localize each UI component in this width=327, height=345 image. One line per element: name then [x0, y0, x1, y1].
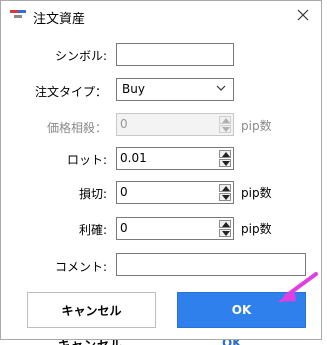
spin-up-icon[interactable]	[219, 184, 231, 192]
take-profit-unit: pip数	[241, 222, 272, 236]
stop-loss-value: 0	[120, 185, 128, 199]
cancel-button[interactable]: キャンセル	[27, 292, 156, 328]
order-type-label: 注文タイプ：	[34, 85, 107, 99]
price-offset-spinner: 0	[116, 113, 234, 136]
take-profit-spinner[interactable]: 0	[116, 217, 234, 240]
spin-down-icon[interactable]	[219, 159, 231, 167]
stop-loss-unit: pip数	[241, 186, 272, 200]
spin-down-icon[interactable]	[219, 193, 231, 201]
window-title: 注文資産	[33, 12, 86, 27]
spin-up-icon[interactable]	[219, 220, 231, 228]
comment-label: コメント:	[54, 260, 107, 274]
close-icon[interactable]	[294, 6, 312, 24]
lot-value: 0.01	[120, 151, 147, 165]
spin-down-icon	[219, 125, 231, 133]
app-icon	[10, 9, 26, 21]
spin-down-icon[interactable]	[219, 229, 231, 237]
price-offset-unit: pip数	[241, 119, 272, 133]
order-type-select[interactable]: Buy	[116, 78, 234, 101]
take-profit-value: 0	[120, 221, 128, 235]
price-offset-value: 0	[120, 117, 128, 131]
order-type-value: Buy	[122, 82, 145, 96]
price-offset-label: 価格相殺：	[46, 121, 107, 135]
symbol-label: シンボル:	[54, 49, 107, 63]
take-profit-label: 利確:	[78, 223, 107, 237]
lot-spinner[interactable]: 0.01	[116, 147, 234, 170]
stop-loss-label: 損切:	[78, 187, 107, 201]
chevron-down-icon	[215, 82, 227, 94]
symbol-input[interactable]	[116, 43, 234, 66]
annotation-arrow-icon	[278, 272, 318, 302]
lot-label: ロット:	[66, 153, 107, 167]
spin-up-icon[interactable]	[219, 150, 231, 158]
stop-loss-spinner[interactable]: 0	[116, 181, 234, 204]
spin-up-icon	[219, 116, 231, 124]
title-bar: 注文資産	[1, 1, 321, 31]
